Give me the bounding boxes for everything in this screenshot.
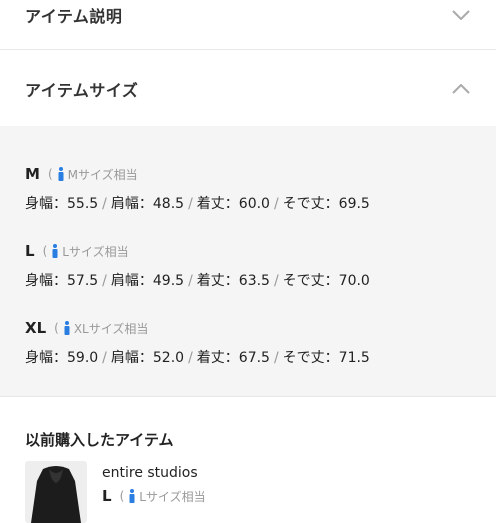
measurement-shoulder: 肩幅：49.5 (110, 273, 185, 289)
fit-hint-paren: ( (47, 167, 53, 181)
measurement-shoulder: 肩幅：48.5 (110, 196, 185, 212)
size-name: L (25, 242, 35, 260)
size-row-l: L ( Lサイズ相当 身幅：57.5/肩幅：49.5/着丈：63.5/そで丈：7… (25, 241, 370, 290)
measurement-separator: / (188, 273, 193, 289)
measurement-chest: 身幅：55.5 (25, 196, 99, 212)
fit-hint: ( Lサイズ相当 (120, 488, 206, 505)
fit-hint: ( Mサイズ相当 (48, 166, 138, 183)
person-icon (58, 167, 64, 181)
size-measurements: 身幅：59.0/肩幅：52.0/着丈：67.5/そで丈：71.5 (25, 347, 370, 367)
measurement-sleeve: そで丈：70.0 (282, 273, 370, 289)
person-icon (52, 244, 58, 258)
measurement-chest: 身幅：59.0 (25, 350, 99, 366)
measurement-separator: / (102, 273, 107, 289)
fit-hint-paren: ( (54, 321, 59, 335)
size-measurements: 身幅：57.5/肩幅：49.5/着丈：63.5/そで丈：70.0 (25, 270, 370, 290)
measurement-separator: / (188, 196, 193, 212)
measurement-separator: / (273, 196, 279, 212)
item-thumbnail[interactable] (25, 461, 87, 523)
size-panel: M ( Mサイズ相当 身幅：55.5/肩幅：48.5/着丈：60.0/そで丈：6… (0, 126, 496, 396)
fit-hint: ( XLサイズ相当 (54, 320, 148, 337)
measurement-separator: / (102, 196, 107, 212)
item-description-title: アイテム説明 (25, 6, 123, 26)
size-measurements: 身幅：55.5/肩幅：48.5/着丈：60.0/そで丈：69.5 (25, 193, 370, 213)
size-row-m: M ( Mサイズ相当 身幅：55.5/肩幅：48.5/着丈：60.0/そで丈：6… (25, 164, 370, 213)
measurement-length: 着丈：67.5 (196, 350, 270, 366)
item-size-title: アイテムサイズ (25, 80, 139, 100)
size-name: M (25, 165, 40, 183)
item-brand: entire studios (102, 465, 198, 481)
measurement-separator: / (102, 350, 107, 366)
measurement-sleeve: そで丈：71.5 (282, 350, 370, 366)
item-size-accordion[interactable]: アイテムサイズ (0, 51, 496, 126)
previous-item-card[interactable]: entire studios L ( Lサイズ相当 (25, 461, 475, 523)
fit-hint-label: XLサイズ相当 (73, 321, 149, 336)
fit-hint-label: Mサイズ相当 (67, 167, 138, 182)
measurement-length: 着丈：63.5 (196, 273, 270, 289)
chevron-up-icon[interactable] (450, 78, 472, 100)
size-row-xl: XL ( XLサイズ相当 身幅：59.0/肩幅：52.0/着丈：67.5/そで丈… (25, 318, 370, 367)
fit-hint-label: Lサイズ相当 (139, 489, 206, 504)
measurement-shoulder: 肩幅：52.0 (110, 350, 185, 366)
measurement-sleeve: そで丈：69.5 (282, 196, 370, 212)
person-icon (129, 489, 135, 503)
fit-hint-label: Lサイズ相当 (62, 244, 129, 259)
measurement-separator: / (273, 350, 279, 366)
person-icon (64, 321, 70, 335)
measurement-separator: / (273, 273, 279, 289)
fit-hint-paren: ( (119, 489, 125, 503)
measurement-chest: 身幅：57.5 (25, 273, 99, 289)
previous-purchases-section: 以前購入したアイテム entire studios L ( Lサイズ相当 (0, 396, 496, 523)
measurement-separator: / (188, 350, 193, 366)
measurement-length: 着丈：60.0 (196, 196, 270, 212)
size-name: XL (25, 319, 47, 337)
fit-hint: ( Lサイズ相当 (43, 243, 129, 260)
item-size-row: L ( Lサイズ相当 (102, 487, 206, 505)
chevron-down-icon[interactable] (450, 4, 472, 26)
fit-hint-paren: ( (42, 244, 48, 258)
previous-purchases-title: 以前購入したアイテム (25, 431, 174, 449)
item-size: L (102, 487, 112, 505)
item-description-accordion[interactable]: アイテム説明 (0, 0, 496, 50)
